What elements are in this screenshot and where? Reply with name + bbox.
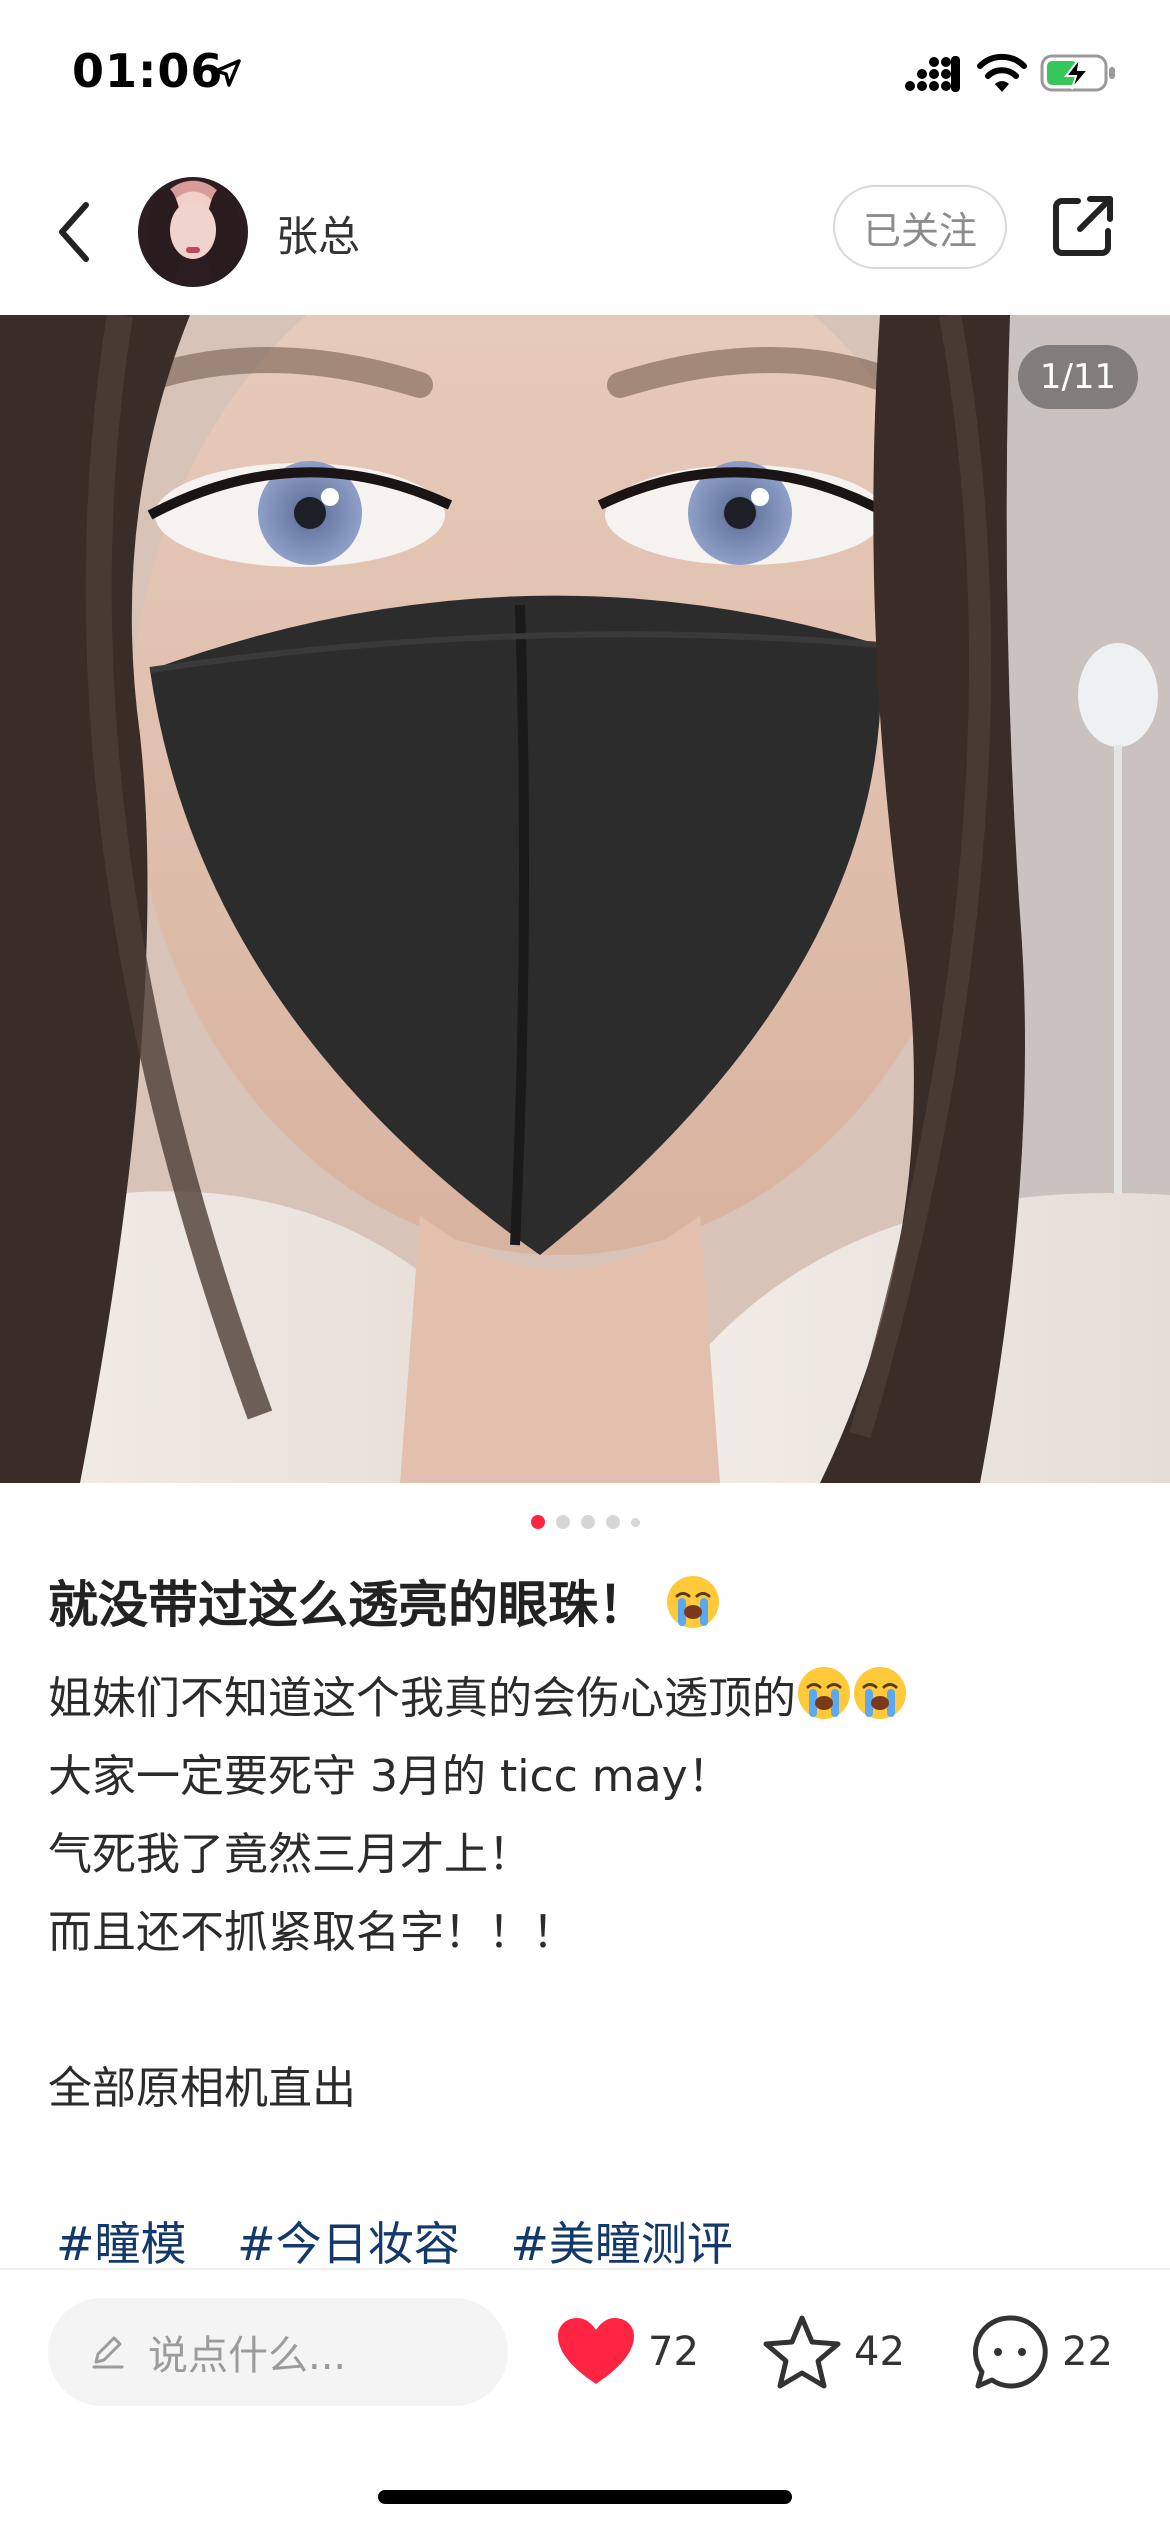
status-time: 01:06 — [72, 44, 224, 98]
post-title: 就没带过这么透亮的眼珠！ — [48, 1565, 721, 1637]
like-count: 72 — [648, 2329, 699, 2375]
star-icon — [763, 2315, 841, 2389]
body-line: 气死我了竟然三月才上！ — [48, 1829, 532, 1880]
post-image[interactable]: 1/11 — [0, 315, 1170, 1483]
follow-button[interactable]: 已关注 — [833, 185, 1007, 269]
comment-placeholder: 说点什么... — [148, 2333, 347, 2379]
pencil-icon — [92, 2336, 124, 2369]
loudly-crying-emoji — [854, 1667, 906, 1719]
post-header: 张总 已关注 — [0, 165, 1170, 315]
post-detail-page: 01:06 张总 已关注 1/11 就没带过这么透亮的眼珠！ 姐妹们不知道这个我… — [0, 0, 1170, 2532]
pagination-dot[interactable] — [605, 1515, 620, 1529]
signal-icon — [905, 56, 960, 92]
avatar[interactable] — [138, 177, 248, 287]
comment-bubble-icon — [973, 2315, 1048, 2389]
heart-icon — [558, 2318, 634, 2384]
comment-button[interactable]: 22 — [970, 2310, 1113, 2394]
hashtag[interactable]: #瞳模 — [56, 2217, 187, 2271]
image-counter: 1/11 — [1018, 345, 1138, 409]
wifi-icon — [977, 53, 1027, 92]
post-title-text: 就没带过这么透亮的眼珠！ — [48, 1576, 648, 1634]
body-line-blank — [48, 1972, 1128, 2050]
hashtag-list: #瞳模 #今日妆容 #美瞳测评 — [56, 2208, 769, 2274]
hashtag[interactable]: #美瞳测评 — [510, 2217, 733, 2271]
home-indicator[interactable] — [378, 2490, 792, 2504]
share-icon[interactable] — [1050, 193, 1116, 259]
hashtag[interactable]: #今日妆容 — [237, 2217, 460, 2271]
body-line: 姐妹们不知道这个我真的会伤心透顶的 — [48, 1660, 1128, 1738]
body-line: 而且还不抓紧取名字！！！ — [48, 1907, 576, 1958]
image-pagination — [0, 1512, 1170, 1532]
comment-input[interactable]: 说点什么... — [48, 2298, 508, 2406]
pagination-dot[interactable] — [630, 1517, 640, 1527]
comment-count: 22 — [1062, 2329, 1113, 2375]
favorite-button[interactable]: 42 — [762, 2310, 905, 2394]
favorite-count: 42 — [854, 2329, 905, 2375]
pagination-dot[interactable] — [555, 1515, 570, 1529]
body-line: 大家一定要死守 3月的 ticc may！ — [48, 1751, 732, 1802]
pagination-dot-active[interactable] — [530, 1515, 545, 1529]
loudly-crying-emoji — [667, 1576, 720, 1628]
photo-illustration — [0, 315, 1170, 1483]
battery-charging-icon — [1040, 54, 1115, 92]
author-name[interactable]: 张总 — [276, 203, 360, 264]
pagination-dot[interactable] — [580, 1515, 595, 1529]
loudly-crying-emoji — [798, 1667, 850, 1719]
location-arrow-icon — [214, 59, 241, 87]
like-button[interactable]: 72 — [556, 2310, 699, 2394]
post-body: 姐妹们不知道这个我真的会伤心透顶的 大家一定要死守 3月的 ticc may！ … — [48, 1660, 1128, 2128]
back-icon[interactable] — [52, 197, 98, 267]
status-bar: 01:06 — [0, 0, 1170, 145]
body-line: 全部原相机直出 — [48, 2063, 356, 2114]
